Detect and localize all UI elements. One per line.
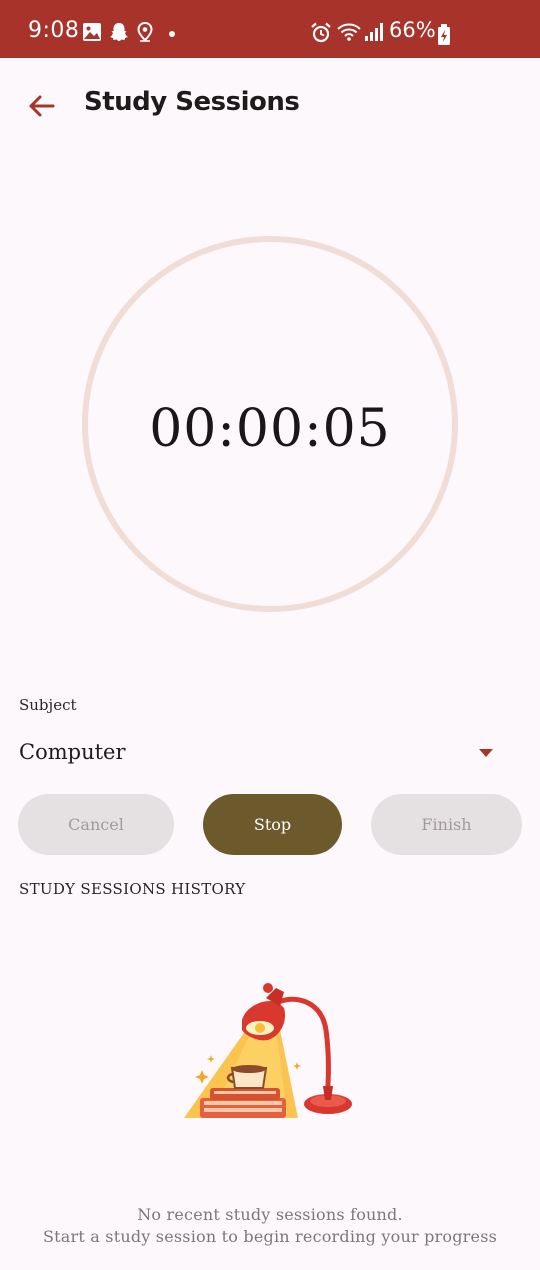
- subject-dropdown[interactable]: Computer: [0, 730, 540, 780]
- battery-percent: 66%: [389, 18, 436, 42]
- page-title: Study Sessions: [84, 87, 300, 117]
- empty-state-message: No recent study sessions found.: [137, 1205, 403, 1224]
- history-title: STUDY SESSIONS HISTORY: [19, 880, 246, 898]
- signal-icon: [365, 23, 383, 41]
- status-bar: 9:08 66%: [0, 0, 540, 58]
- status-time: 9:08: [28, 18, 80, 43]
- subject-label: Subject: [19, 696, 77, 714]
- arrow-left-icon[interactable]: [24, 88, 60, 124]
- stop-button[interactable]: Stop: [203, 794, 342, 855]
- location-icon: [137, 22, 153, 42]
- subject-value: Computer: [19, 740, 126, 764]
- alarm-icon: [311, 22, 331, 43]
- timer-display: 00:00:05: [149, 399, 391, 459]
- finish-button[interactable]: Finish: [371, 794, 522, 855]
- caret-down-icon: [479, 749, 493, 757]
- snapchat-icon: [110, 23, 128, 41]
- desk-lamp-illustration: [184, 983, 352, 1118]
- gallery-icon: [83, 23, 101, 41]
- empty-state-hint: Start a study session to begin recording…: [42, 1227, 498, 1246]
- battery-icon: [438, 24, 450, 45]
- app-bar: Study Sessions: [0, 58, 540, 154]
- dot-icon: [169, 31, 175, 37]
- cancel-button[interactable]: Cancel: [18, 794, 174, 855]
- wifi-icon: [337, 23, 361, 41]
